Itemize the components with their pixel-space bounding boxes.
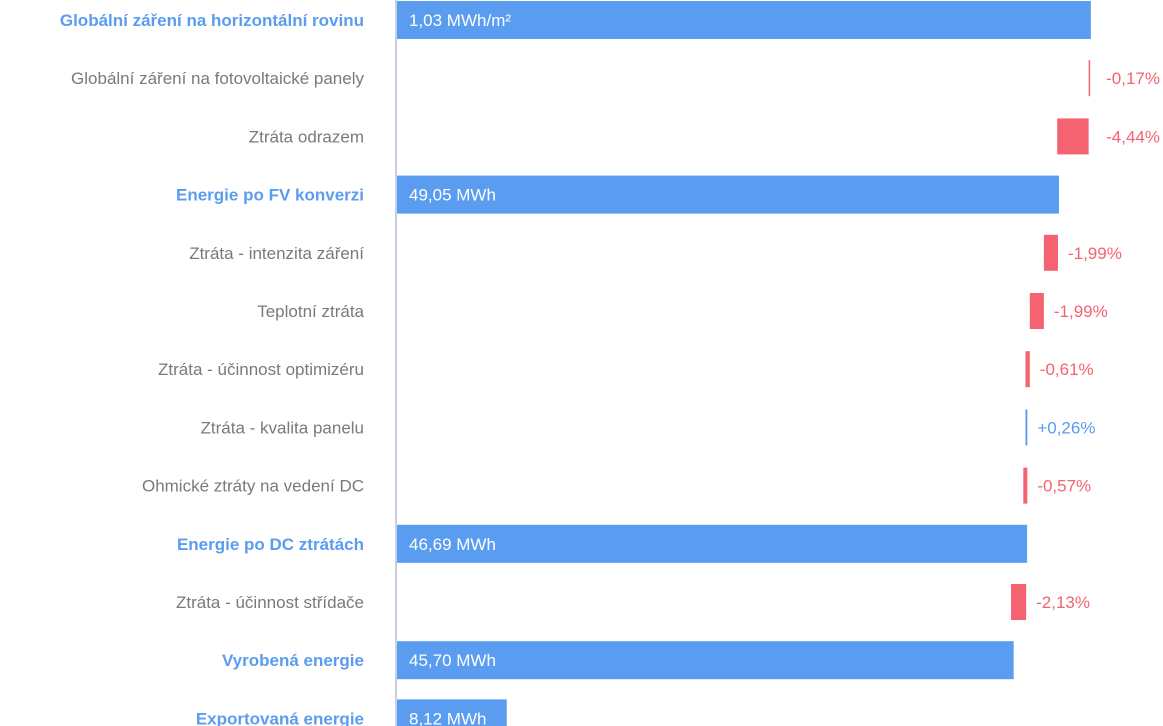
loss-bar — [1088, 60, 1091, 97]
delta-value-label: +0,26% — [1037, 418, 1095, 437]
bar-value-label: 8,12 MWh — [409, 709, 486, 726]
chart-canvas: Globální záření na horizontální rovinu 1,… — [60, 0, 1160, 726]
delta-value-label: -0,57% — [1037, 477, 1091, 496]
category-label: Ztráta - účinnost optimizéru — [158, 360, 364, 379]
loss-bar — [1057, 118, 1089, 155]
bar-value-label: 45,70 MWh — [409, 651, 496, 670]
delta-value-label: -0,17% — [1106, 69, 1160, 88]
loss-bar — [1023, 467, 1028, 504]
category-label: Ohmické ztráty na vedení DC — [142, 477, 364, 496]
loss-bar — [1043, 234, 1058, 271]
category-label: Teplotní ztráta — [257, 302, 364, 321]
category-label: Ztráta odrazem — [249, 127, 364, 146]
loss-bar — [1029, 293, 1044, 329]
category-label: Globální záření na horizontální rovinu — [60, 11, 364, 30]
gain-bar — [1025, 409, 1028, 446]
category-label: Energie po FV konverzi — [176, 186, 364, 205]
delta-value-label: -1,99% — [1068, 244, 1122, 263]
loss-bar — [1011, 584, 1027, 620]
category-label: Ztráta - účinnost střídače — [176, 593, 364, 612]
bar-value-label: 46,69 MWh — [409, 535, 496, 554]
category-label: Vyrobená energie — [222, 651, 364, 670]
total-bar — [397, 175, 1059, 214]
category-label: Ztráta - kvalita panelu — [201, 418, 364, 437]
delta-value-label: -0,61% — [1040, 360, 1094, 379]
delta-value-label: -1,99% — [1054, 302, 1108, 321]
delta-value-label: -4,44% — [1106, 127, 1160, 146]
category-label: Ztráta - intenzita záření — [189, 244, 364, 263]
category-label: Globální záření na fotovoltaické panely — [71, 69, 364, 88]
delta-value-label: -2,13% — [1036, 593, 1090, 612]
bar-value-label: 1,03 MWh/m² — [409, 11, 511, 30]
waterfall-chart: Globální záření na horizontální rovinu 1,… — [0, 0, 1163, 726]
loss-bar — [1025, 351, 1030, 388]
category-label: Exportovaná energie — [196, 709, 364, 726]
bar-value-label: 49,05 MWh — [409, 186, 496, 205]
category-label: Energie po DC ztrátách — [177, 535, 364, 554]
